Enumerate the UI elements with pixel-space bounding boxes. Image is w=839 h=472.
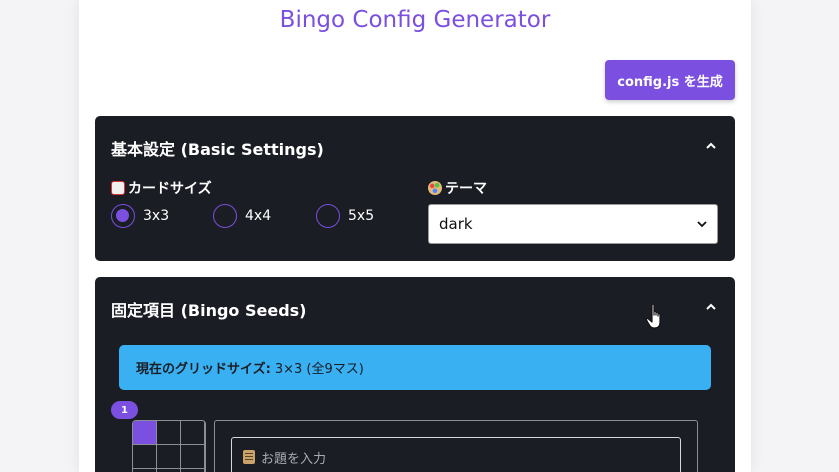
hand-cursor-icon <box>645 303 661 329</box>
memo-icon <box>243 450 255 464</box>
grid-size-info: 現在のグリッドサイズ: 3×3 (全9マス) <box>119 345 711 390</box>
grid-cell[interactable] <box>133 421 157 445</box>
grid-cell[interactable] <box>181 421 205 445</box>
basic-settings-panel: 基本設定 (Basic Settings) カードサイズ 3x3 4x4 5x5… <box>95 116 735 261</box>
radio-circle[interactable] <box>316 204 340 228</box>
playing-card-icon <box>111 181 125 195</box>
seed-input-placeholder: お題を入力 <box>261 451 327 467</box>
config-page: Bingo Config Generator config.js を生成 基本設… <box>79 0 751 472</box>
radio-label: 4x4 <box>245 208 272 224</box>
grid-cell[interactable] <box>133 445 157 469</box>
chevron-down-icon <box>697 220 707 227</box>
card-size-label: カードサイズ <box>111 178 212 198</box>
theme-label-text: テーマ <box>445 181 487 197</box>
theme-label: テーマ <box>428 178 487 198</box>
chevron-up-icon[interactable] <box>705 301 717 313</box>
radio-circle[interactable] <box>213 204 237 228</box>
grid-cell[interactable] <box>181 445 205 469</box>
basic-settings-title[interactable]: 基本設定 (Basic Settings) <box>111 136 324 160</box>
theme-select-value: dark <box>439 215 473 233</box>
chevron-up-icon[interactable] <box>705 140 717 152</box>
radio-label: 5x5 <box>348 208 375 224</box>
generate-config-button[interactable]: config.js を生成 <box>605 60 735 100</box>
palette-icon <box>428 181 442 195</box>
theme-select[interactable]: dark <box>428 204 718 244</box>
page-title: Bingo Config Generator <box>279 7 551 33</box>
grid-size-info-label: 現在のグリッドサイズ: <box>136 362 271 377</box>
grid-size-info-value: 3×3 (全9マス) <box>274 362 364 377</box>
card-size-label-text: カードサイズ <box>128 181 212 197</box>
grid-cell[interactable] <box>157 421 181 445</box>
seed-item-box: お題を入力 <box>214 420 698 472</box>
radio-4x4[interactable]: 4x4 <box>213 204 271 228</box>
radio-circle[interactable] <box>111 204 135 228</box>
radio-5x5[interactable]: 5x5 <box>316 204 374 228</box>
grid-cell[interactable] <box>157 445 181 469</box>
radio-label: 3x3 <box>143 208 170 224</box>
bingo-seeds-title[interactable]: 固定項目 (Bingo Seeds) <box>111 297 307 321</box>
seed-position-grid[interactable] <box>132 420 206 472</box>
seed-number-badge: 1 <box>111 401 138 419</box>
radio-3x3[interactable]: 3x3 <box>111 204 169 228</box>
bingo-seeds-panel: 固定項目 (Bingo Seeds) 現在のグリッドサイズ: 3×3 (全9マス… <box>95 277 735 472</box>
seed-text-input[interactable]: お題を入力 <box>231 437 681 472</box>
